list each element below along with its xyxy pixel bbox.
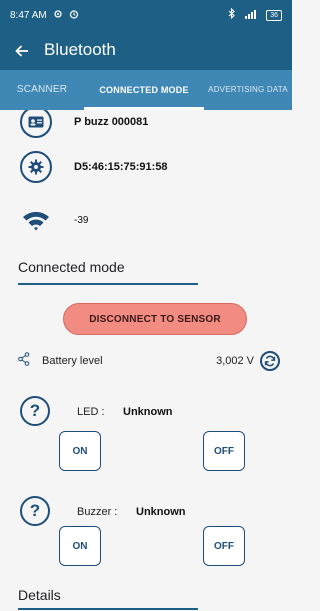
id-card-icon (20, 110, 52, 138)
settings-icon (20, 151, 52, 183)
led-off-button[interactable]: OFF (203, 431, 245, 471)
details-title: Details (18, 587, 61, 603)
device-address: D5:46:15:75:91:58 (74, 161, 168, 173)
refresh-icon[interactable] (260, 351, 280, 371)
led-help-icon: ? (20, 396, 50, 426)
page-title: Bluetooth (44, 40, 116, 59)
led-status: Unknown (123, 406, 173, 418)
buzzer-help-icon: ? (20, 496, 50, 526)
tab-scanner[interactable]: SCANNER (0, 70, 84, 110)
tab-bar: SCANNER CONNECTED MODE ADVERTISING DATA (0, 70, 292, 110)
alarm-icon (69, 9, 79, 22)
rssi-value: -39 (74, 214, 89, 226)
device-name-row: P buzz 000081 (20, 110, 148, 138)
status-time: 8:47 AM (10, 9, 47, 21)
main-content[interactable]: P buzz 000081 D5:46:15:75:91:58 -39 Conn… (0, 110, 292, 611)
buzzer-status: Unknown (136, 506, 186, 518)
led-on-button[interactable]: ON (59, 431, 101, 471)
buzzer-on-button[interactable]: ON (59, 526, 101, 566)
buzzer-label: Buzzer : (77, 506, 118, 518)
signal-icon (244, 9, 258, 22)
details-divider (18, 608, 198, 610)
tab-advertising-data[interactable]: ADVERTISING DATA (204, 70, 292, 110)
section-divider (18, 283, 198, 285)
tab-connected-mode[interactable]: CONNECTED MODE (84, 70, 204, 110)
gear-icon (53, 9, 63, 22)
battery-level-value: 3,002 V (216, 355, 254, 367)
battery-icon: 36 (266, 9, 282, 21)
back-arrow-icon[interactable] (0, 30, 44, 70)
battery-level-label: Battery level (42, 355, 103, 367)
connected-mode-title: Connected mode (18, 259, 125, 275)
bluetooth-status-icon (228, 7, 236, 22)
disconnect-button[interactable]: DISCONNECT TO SENSOR (63, 303, 247, 335)
buzzer-off-button[interactable]: OFF (203, 526, 245, 566)
share-icon (18, 351, 30, 371)
rssi-row: -39 (20, 204, 88, 236)
battery-row: Battery level 3,002 V (18, 350, 280, 372)
app-bar: Bluetooth (0, 30, 292, 70)
device-name: P buzz 000081 (74, 116, 149, 128)
led-label: LED : (77, 406, 105, 418)
wifi-signal-icon (20, 204, 52, 236)
device-address-row: D5:46:15:75:91:58 (20, 151, 168, 183)
status-bar: 8:47 AM 36 (0, 0, 292, 30)
